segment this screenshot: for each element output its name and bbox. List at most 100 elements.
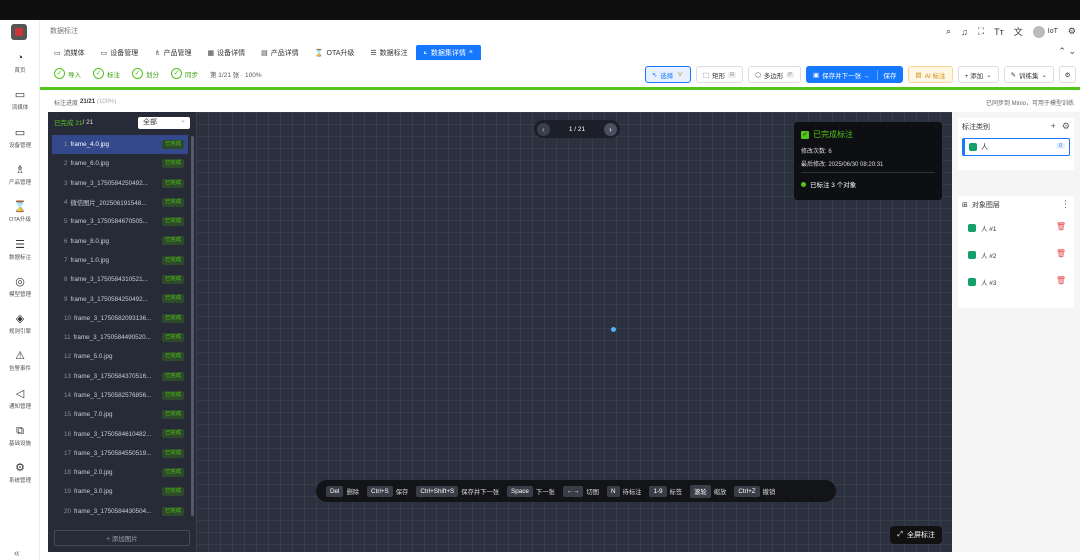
filter-select[interactable]: 全部 xyxy=(138,115,190,129)
layer-item[interactable]: 人 #2 🗑 xyxy=(958,241,1074,268)
list-item[interactable]: 19 frame_3.0.jpg 已完成 xyxy=(52,482,188,501)
list-item[interactable]: 7 frame_1.0.jpg 已完成 xyxy=(52,251,188,270)
list-item[interactable]: 16 frame_3_1750584610482... 已完成 xyxy=(52,424,188,443)
step-1: ✓ 标注 xyxy=(93,68,120,79)
tab-icon: ▭ xyxy=(100,49,108,57)
ai-label-button[interactable]: ▤ AI 标注 xyxy=(908,66,953,83)
tab-5[interactable]: ⌛ OTA升级 xyxy=(307,45,363,60)
category-item[interactable]: 人 0 xyxy=(962,138,1070,156)
canvas-point[interactable] xyxy=(611,327,616,332)
list-item[interactable]: 2 frame_6.0.jpg 已完成 xyxy=(52,154,188,173)
list-item[interactable]: 8 frame_3_1750584310521... 已完成 xyxy=(52,270,188,289)
sync-status: 已同步到 Minio，可用于模型训练 xyxy=(985,101,1074,107)
shortcut-desc: 待标注 xyxy=(622,488,642,496)
list-item[interactable]: 4 微信图片_202506191548... 已完成 xyxy=(52,193,188,212)
list-item[interactable]: 6 frame_8.0.jpg 已完成 xyxy=(52,231,188,250)
tab-1[interactable]: ▭ 设备管理 xyxy=(93,45,147,60)
check-icon: ✓ xyxy=(801,130,809,139)
sidebar-item-alarm[interactable]: ⚠ 告警事件 xyxy=(0,350,40,372)
category-count: 0 xyxy=(1055,143,1065,149)
tab-more-icon[interactable]: ⌃ ⌄ xyxy=(1058,46,1076,57)
list-item[interactable]: 13 frame_3_1750584370516... 已完成 xyxy=(52,367,188,386)
tab-0[interactable]: ▭ 流媒体 xyxy=(46,45,93,60)
list-item[interactable]: 3 frame_3_1750584250492... 已完成 xyxy=(52,174,188,193)
pager-text: 1 / 21 xyxy=(568,125,586,133)
save-next-button[interactable]: ▣ 保存并下一张 → 保存 xyxy=(805,66,904,83)
settings-icon[interactable]: ⚙ xyxy=(1068,26,1076,37)
close-icon[interactable]: × xyxy=(469,49,473,56)
sidebar-item-product[interactable]: ♗ 产品管理 xyxy=(0,164,40,186)
trash-icon[interactable]: 🗑 xyxy=(1056,276,1066,285)
fullscreen-label-button[interactable]: ⤢ 全屏标注 xyxy=(890,526,942,544)
scrollbar[interactable] xyxy=(191,136,194,516)
search-icon[interactable]: ⌕ xyxy=(946,26,951,37)
settings-button[interactable]: ⚙ xyxy=(1059,66,1076,83)
sidebar-item-rules[interactable]: ◈ 规则引擎 xyxy=(0,313,40,335)
prev-image-icon[interactable]: ‹ xyxy=(537,122,550,136)
shortcut-key: Ctrl+Shift+S xyxy=(416,485,459,497)
bell-icon[interactable]: ♫ xyxy=(961,27,968,37)
list-item[interactable]: 11 frame_3_1750584490520... 已完成 xyxy=(52,328,188,347)
step-3: ✓ 同步 xyxy=(171,68,198,79)
list-item[interactable]: 17 frame_3_1750584550519... 已完成 xyxy=(52,444,188,463)
status-badge: 已完成 xyxy=(162,468,184,478)
layer-color-swatch xyxy=(968,277,976,286)
item-filename: frame_3_1750584610482... xyxy=(74,430,152,438)
right-panel: 标注类别 + ⚙ 人 0 ⊞ 对象图层 ⋮ 人 #1 🗑 人 #2 🗑 人 #3 🗑 xyxy=(952,112,1080,552)
rect-tool-button[interactable]: ⬚ 矩形 R xyxy=(695,66,744,83)
list-item[interactable]: 5 frame_3_1750584670505... 已完成 xyxy=(52,212,188,231)
last-modified: 最后修改: 2025/06/30 08:20:31 xyxy=(801,162,884,168)
layer-item[interactable]: 人 #3 🗑 xyxy=(958,268,1074,295)
list-item[interactable]: 14 frame_3_1750582576856... 已完成 xyxy=(52,386,188,405)
sidebar-item-data[interactable]: ☰ 数据标注 xyxy=(0,239,40,261)
sidebar-item-label: 数据标注 xyxy=(8,254,31,261)
list-item[interactable]: 20 frame_3_1750584430504... 已完成 xyxy=(52,502,188,521)
add-image-button[interactable]: + 添加图片 xyxy=(54,530,190,546)
polygon-icon: ⬡ xyxy=(755,71,761,79)
tab-3[interactable]: ▦ 设备详情 xyxy=(200,45,254,60)
sidebar-item-model[interactable]: ◎ 模型管理 xyxy=(0,276,40,298)
list-item[interactable]: 1 frame_4.0.jpg 已完成 xyxy=(52,135,188,155)
more-icon[interactable]: ⋮ xyxy=(1061,199,1070,210)
collapse-sidebar-icon[interactable]: « xyxy=(14,548,20,559)
avatar[interactable] xyxy=(1032,25,1045,38)
tab-4[interactable]: ▤ 产品详情 xyxy=(253,45,307,60)
select-tool-button[interactable]: ⇖ 选择 V xyxy=(644,66,691,83)
list-item[interactable]: 15 frame_7.0.jpg 已完成 xyxy=(52,405,188,424)
tab-2[interactable]: ♗ 产品管理 xyxy=(146,45,199,60)
list-item[interactable]: 12 frame_5.0.jpg 已完成 xyxy=(52,347,188,366)
sidebar-item-stream[interactable]: ▭ 流媒体 xyxy=(0,89,40,111)
sidebar-item-notify[interactable]: ◁ 通知管理 xyxy=(0,388,40,410)
polygon-tool-button[interactable]: ⬡ 多边形 P xyxy=(748,66,801,83)
tab-6[interactable]: ☰ 数据标注 xyxy=(362,45,415,60)
item-filename: frame_3_1750584550519... xyxy=(74,449,152,457)
sidebar-item-device[interactable]: ▭ 设备管理 xyxy=(0,127,40,149)
sidebar-item-infra[interactable]: ⧉ 基础设施 xyxy=(0,425,40,447)
annotation-canvas[interactable]: ‹ 1 / 21 › ✓ 已完成标注 修改次数: 6 最后修改: 2025/06/… xyxy=(196,112,952,552)
status-badge: 已完成 xyxy=(162,506,184,516)
fullscreen-icon[interactable]: ⛶ xyxy=(978,26,984,37)
sidebar-item-system[interactable]: ⚙ 系统管理 xyxy=(0,462,40,484)
list-item[interactable]: 18 frame_2.0.jpg 已完成 xyxy=(52,463,188,482)
font-size-icon[interactable]: Tт xyxy=(994,27,1004,37)
layer-color-swatch xyxy=(968,250,976,259)
list-item[interactable]: 10 frame_3_1750582093136... 已完成 xyxy=(52,309,188,328)
layer-item[interactable]: 人 #1 🗑 xyxy=(958,214,1074,241)
gear-icon: ⚙ xyxy=(1064,71,1071,79)
next-image-icon[interactable]: › xyxy=(603,122,617,136)
list-item[interactable]: 9 frame_3_1750584250492... 已完成 xyxy=(52,289,188,308)
tab-7[interactable]: ⟀ 数据集详情 × xyxy=(415,45,481,60)
tab-bar: ▭ 流媒体 ▭ 设备管理 ♗ 产品管理 ▦ 设备详情 ▤ 产品详情 ⌛ OTA升级 ☰ 数据标注 ⟀ 数据集详… xyxy=(40,42,1080,60)
done-total: / 21 xyxy=(82,118,94,126)
category-settings-icon[interactable]: ⚙ xyxy=(1062,121,1070,132)
trash-icon[interactable]: 🗑 xyxy=(1056,222,1066,231)
add-category-icon[interactable]: + xyxy=(1051,121,1056,132)
trash-icon[interactable]: 🗑 xyxy=(1056,249,1066,258)
train-set-button[interactable]: ✎ 训练集 ⌄ xyxy=(1003,66,1054,83)
sidebar-item-ota[interactable]: ⌛ OTA升级 xyxy=(0,201,40,223)
translate-icon[interactable]: 文 xyxy=(1014,25,1023,38)
sidebar-item-home[interactable]: ◔ 首页 xyxy=(0,52,40,74)
main: 数据标注 ⌕ ♫ ⛶ Tт 文 IoT ⚙ ▭ 流媒体 ▭ 设备管理 ♗ 产品管理 ▦ 设备详… xyxy=(40,20,1080,560)
user-name[interactable]: IoT xyxy=(1048,28,1058,35)
add-button[interactable]: + 添加 ⌄ xyxy=(957,66,999,83)
